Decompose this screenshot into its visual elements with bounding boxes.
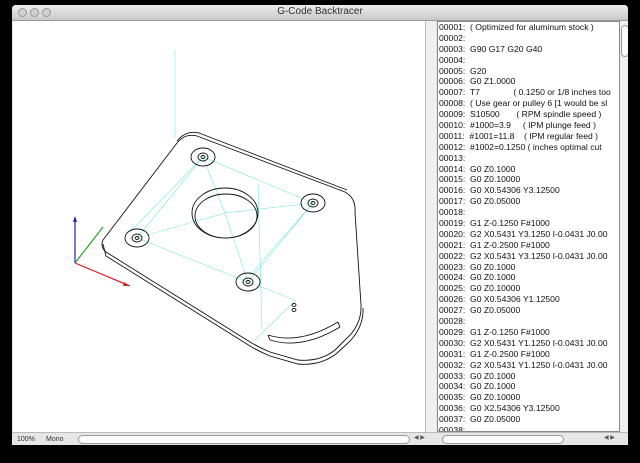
code-line[interactable]: 00028: bbox=[438, 316, 619, 327]
code-line[interactable]: 00023: G0 Z0.1000 bbox=[438, 262, 619, 273]
code-line[interactable]: 00011: #1001=11.8 ( IPM regular feed ) bbox=[438, 131, 619, 142]
code-line[interactable]: 00030: G2 X0.5431 Y1.1250 I-0.0431 J0.00 bbox=[438, 338, 619, 349]
viewport-vertical-scrollbar[interactable] bbox=[425, 21, 436, 432]
code-line[interactable]: 00033: G0 Z0.1000 bbox=[438, 371, 619, 382]
code-line[interactable]: 00014: G0 Z0.1000 bbox=[438, 164, 619, 175]
scroll-left-icon[interactable]: ◀ ▶ bbox=[414, 434, 425, 441]
code-scroll-arrows-icon[interactable]: ◀ ▶ bbox=[604, 434, 615, 441]
title-bar: G-Code Backtracer bbox=[12, 5, 628, 21]
code-line[interactable]: 00006: G0 Z1.0000 bbox=[438, 76, 619, 87]
code-line[interactable]: 00015: G0 Z0.10000 bbox=[438, 174, 619, 185]
code-line[interactable]: 00007: T7 ( 0.1250 or 1/8 inches too bbox=[438, 87, 619, 98]
mount-holes bbox=[124, 147, 326, 292]
code-line[interactable]: 00001: ( Optimized for aluminum stock ) bbox=[438, 22, 619, 33]
code-line[interactable]: 00027: G0 Z0.05000 bbox=[438, 305, 619, 316]
code-horizontal-scrollbar[interactable] bbox=[442, 435, 564, 444]
code-line[interactable]: 00034: G0 Z0.1000 bbox=[438, 381, 619, 392]
zoom-level: 100% bbox=[17, 436, 35, 443]
code-line[interactable]: 00010: #1000=3.9 ( IPM plunge feed ) bbox=[438, 120, 619, 131]
part-outline bbox=[101, 131, 364, 365]
code-line[interactable]: 00008: ( Use gear or pulley 6 [1 would b… bbox=[438, 98, 619, 109]
code-line[interactable]: 00013: bbox=[438, 153, 619, 164]
code-line[interactable]: 00012: #1002=0.1250 ( inches optimal cut bbox=[438, 142, 619, 153]
code-line[interactable]: 00003: G90 G17 G20 G40 bbox=[438, 44, 619, 55]
code-line[interactable]: 00005: G20 bbox=[438, 66, 619, 77]
viewport-horizontal-scrollbar[interactable] bbox=[78, 435, 410, 444]
code-line[interactable]: 00004: bbox=[438, 55, 619, 66]
axis-x bbox=[74, 262, 131, 287]
code-line[interactable]: 00017: G0 Z0.05000 bbox=[438, 196, 619, 207]
axis-y bbox=[74, 226, 104, 264]
code-line[interactable]: 00029: G1 Z-0.1250 F#1000 bbox=[438, 327, 619, 338]
code-line[interactable]: 00016: G0 X0.54306 Y3.12500 bbox=[438, 185, 619, 196]
app-window: G-Code Backtracer 00001: (Optimized for… bbox=[12, 5, 628, 445]
axis-gizmo bbox=[73, 216, 131, 287]
code-line[interactable]: 00031: G1 Z-0.2500 F#1000 bbox=[438, 349, 619, 360]
toolpath bbox=[129, 50, 314, 341]
code-line[interactable]: 00019: G1 Z-0.1250 F#1000 bbox=[438, 218, 619, 229]
code-line[interactable]: 00018: bbox=[438, 207, 619, 218]
window-title: G-Code Backtracer bbox=[277, 6, 363, 17]
code-scroll-thumb[interactable] bbox=[621, 25, 628, 57]
code-line[interactable]: 00037: G0 Z0.05000 bbox=[438, 414, 619, 425]
code-line[interactable]: 00038: bbox=[438, 425, 619, 431]
code-line[interactable]: 00009: S10500 ( RPM spindle speed ) bbox=[438, 109, 619, 120]
code-line[interactable]: 00032: G2 X0.5431 Y1.1250 I-0.0431 J0.00 bbox=[438, 360, 619, 371]
code-line[interactable]: 00024: G0 Z0.1000 bbox=[438, 272, 619, 283]
code-line[interactable]: 00021: G1 Z-0.2500 F#1000 bbox=[438, 240, 619, 251]
code-line[interactable]: 00035: G0 Z0.10000 bbox=[438, 392, 619, 403]
code-line[interactable]: 00022: G2 X0.5431 Y3.1250 I-0.0431 J0.00 bbox=[438, 251, 619, 262]
3d-viewport[interactable] bbox=[13, 21, 425, 432]
code-line[interactable]: 00025: G0 Z0.10000 bbox=[438, 283, 619, 294]
code-line[interactable]: 00036: G0 X2.54306 Y3.12500 bbox=[438, 403, 619, 414]
font-mode[interactable]: Mono bbox=[46, 436, 64, 443]
part-drawing bbox=[73, 50, 364, 365]
code-vertical-scrollbar[interactable] bbox=[620, 21, 628, 432]
code-line[interactable]: 00026: G0 X0.54306 Y1.12500 bbox=[438, 294, 619, 305]
code-line[interactable]: 00002: bbox=[438, 33, 619, 44]
code-line[interactable]: 00020: G2 X0.5431 Y3.1250 I-0.0431 J0.00 bbox=[438, 229, 619, 240]
gcode-listing[interactable]: 00001: ( Optimized for aluminum stock ) 0… bbox=[437, 21, 620, 432]
status-bar: 100% Mono ◀ ▶ ◀ ▶ bbox=[12, 432, 628, 445]
